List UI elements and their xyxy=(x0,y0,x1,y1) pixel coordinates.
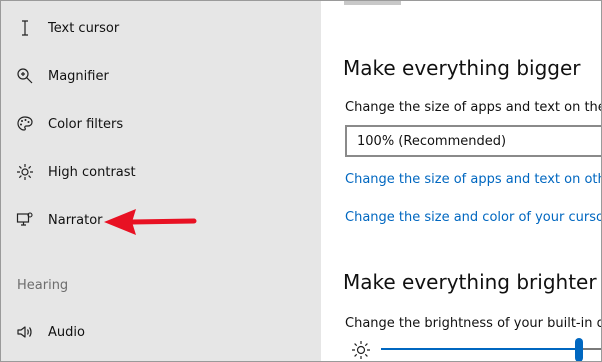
scale-dropdown[interactable]: 100% (Recommended) xyxy=(345,125,602,157)
sidebar-item-label: High contrast xyxy=(48,164,136,180)
narrator-icon xyxy=(16,211,34,229)
section-description-brighter: Change the brightness of your built-in d… xyxy=(345,316,602,331)
sidebar-item-label: Audio xyxy=(48,324,85,340)
sidebar: Text cursor Magnifier Color filters High… xyxy=(0,0,321,362)
sun-icon xyxy=(352,341,370,359)
section-description-bigger: Change the size of apps and text on the … xyxy=(345,100,602,115)
sidebar-item-label: Color filters xyxy=(48,116,124,132)
sidebar-item-label: Narrator xyxy=(48,212,103,228)
link-change-cursor[interactable]: Change the size and color of your cursor… xyxy=(345,210,602,225)
section-title-bigger: Make everything bigger xyxy=(343,56,581,80)
magnifier-icon xyxy=(16,67,34,85)
speaker-icon xyxy=(16,323,34,341)
sidebar-item-label: Magnifier xyxy=(48,68,109,84)
main-content: Make everything bigger Change the size o… xyxy=(321,0,602,362)
section-header-hearing: Hearing xyxy=(17,278,69,293)
slider-thumb[interactable] xyxy=(575,338,583,362)
brightness-slider[interactable] xyxy=(351,336,602,362)
sidebar-item-label: Text cursor xyxy=(48,20,120,36)
link-change-text-size[interactable]: Change the size of apps and text on othe… xyxy=(345,172,602,187)
high-contrast-icon xyxy=(16,163,34,181)
sidebar-item-high-contrast[interactable]: High contrast xyxy=(0,152,321,192)
annotation-arrow xyxy=(104,209,197,235)
scale-dropdown-value: 100% (Recommended) xyxy=(357,134,507,149)
sidebar-item-color-filters[interactable]: Color filters xyxy=(0,104,321,144)
text-cursor-icon xyxy=(16,19,34,37)
section-title-brighter: Make everything brighter xyxy=(343,270,597,294)
top-scroll-stub xyxy=(344,0,401,5)
sidebar-item-audio[interactable]: Audio xyxy=(0,312,321,352)
sidebar-item-magnifier[interactable]: Magnifier xyxy=(0,56,321,96)
slider-track-filled xyxy=(381,348,577,350)
sidebar-item-text-cursor[interactable]: Text cursor xyxy=(0,8,321,48)
color-palette-icon xyxy=(16,115,34,133)
